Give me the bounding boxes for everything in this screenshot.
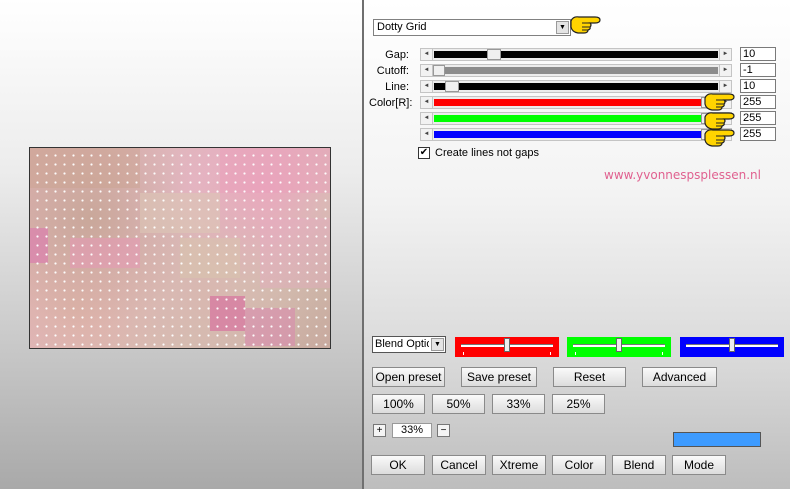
line-label: Line: xyxy=(385,81,409,93)
save-preset-button[interactable]: Save preset xyxy=(461,367,537,387)
green-channel-slider[interactable] xyxy=(567,337,671,357)
cancel-button[interactable]: Cancel xyxy=(432,455,486,475)
ok-button[interactable]: OK xyxy=(371,455,425,475)
filter-select-value: Dotty Grid xyxy=(377,21,427,33)
color-r-label: Color[R]: xyxy=(369,97,413,109)
scroll-right-icon[interactable]: ► xyxy=(719,49,731,60)
cutoff-slider-thumb[interactable] xyxy=(433,65,445,76)
chevron-down-icon[interactable]: ▼ xyxy=(556,21,569,34)
dotty-grid-overlay xyxy=(30,148,330,348)
scroll-right-icon[interactable]: ► xyxy=(719,65,731,76)
filter-select[interactable]: Dotty Grid ▼ xyxy=(373,19,571,36)
reset-button[interactable]: Reset xyxy=(553,367,626,387)
pointing-hand-icon xyxy=(704,129,735,147)
color-g-slider-fill xyxy=(434,115,702,122)
scroll-left-icon[interactable]: ◄ xyxy=(421,97,433,108)
scroll-left-icon[interactable]: ◄ xyxy=(421,113,433,124)
zoom-33-button[interactable]: 33% xyxy=(492,394,545,414)
scroll-left-icon[interactable]: ◄ xyxy=(421,129,433,140)
scroll-left-icon[interactable]: ◄ xyxy=(421,65,433,76)
line-slider-fill xyxy=(434,83,718,90)
line-slider-thumb[interactable] xyxy=(445,81,459,92)
slider-knob[interactable] xyxy=(729,338,735,352)
open-preset-button[interactable]: Open preset xyxy=(372,367,445,387)
zoom-25-button[interactable]: 25% xyxy=(552,394,605,414)
slider-knob[interactable] xyxy=(504,338,510,352)
slider-knob[interactable] xyxy=(616,338,622,352)
cutoff-label: Cutoff: xyxy=(376,65,409,77)
create-lines-label: Create lines not gaps xyxy=(435,147,539,159)
slider-tick xyxy=(662,352,663,355)
slider-tick xyxy=(463,352,464,355)
slider-tick xyxy=(575,352,576,355)
color-swatch[interactable] xyxy=(673,432,761,447)
zoom-100-button[interactable]: 100% xyxy=(372,394,425,414)
create-lines-checkbox[interactable]: ✔ xyxy=(418,147,430,159)
color-r-slider[interactable]: ◄ ► xyxy=(420,96,732,109)
mode-button[interactable]: Mode xyxy=(672,455,726,475)
watermark-text: www.yvonnespsplessen.nl xyxy=(604,168,761,182)
blue-channel-slider[interactable] xyxy=(680,337,784,357)
gap-label: Gap: xyxy=(385,49,409,61)
cutoff-value[interactable]: -1 xyxy=(740,63,776,77)
cutoff-slider[interactable]: ◄ ► xyxy=(420,64,732,77)
color-r-value[interactable]: 255 xyxy=(740,95,776,109)
gap-slider-thumb[interactable] xyxy=(487,49,501,60)
gap-slider-fill xyxy=(434,51,718,58)
line-slider[interactable]: ◄ ► xyxy=(420,80,732,93)
scroll-left-icon[interactable]: ◄ xyxy=(421,49,433,60)
preview-image[interactable] xyxy=(29,147,331,349)
blend-options-value: Blend Options xyxy=(375,338,429,350)
red-channel-slider[interactable] xyxy=(455,337,559,357)
chevron-down-icon[interactable]: ▼ xyxy=(431,338,444,351)
blend-button[interactable]: Blend xyxy=(612,455,666,475)
color-r-slider-fill xyxy=(434,99,702,106)
cutoff-slider-fill xyxy=(434,67,718,74)
color-g-value[interactable]: 255 xyxy=(740,111,776,125)
color-b-slider[interactable]: ◄ ► xyxy=(420,128,732,141)
line-value[interactable]: 10 xyxy=(740,79,776,93)
color-b-value[interactable]: 255 xyxy=(740,127,776,141)
blend-options-select[interactable]: Blend Options ▼ xyxy=(372,336,446,353)
scroll-left-icon[interactable]: ◄ xyxy=(421,81,433,92)
color-button[interactable]: Color xyxy=(552,455,606,475)
slider-tick xyxy=(550,352,551,355)
color-b-slider-fill xyxy=(434,131,702,138)
zoom-out-button[interactable]: − xyxy=(437,424,450,437)
color-g-slider[interactable]: ◄ ► xyxy=(420,112,732,125)
gap-slider[interactable]: ◄ ► xyxy=(420,48,732,61)
zoom-level: 33% xyxy=(392,423,432,438)
pointing-hand-icon xyxy=(570,16,601,34)
gap-value[interactable]: 10 xyxy=(740,47,776,61)
advanced-button[interactable]: Advanced xyxy=(642,367,717,387)
zoom-50-button[interactable]: 50% xyxy=(432,394,485,414)
xtreme-button[interactable]: Xtreme xyxy=(492,455,546,475)
zoom-in-button[interactable]: + xyxy=(373,424,386,437)
